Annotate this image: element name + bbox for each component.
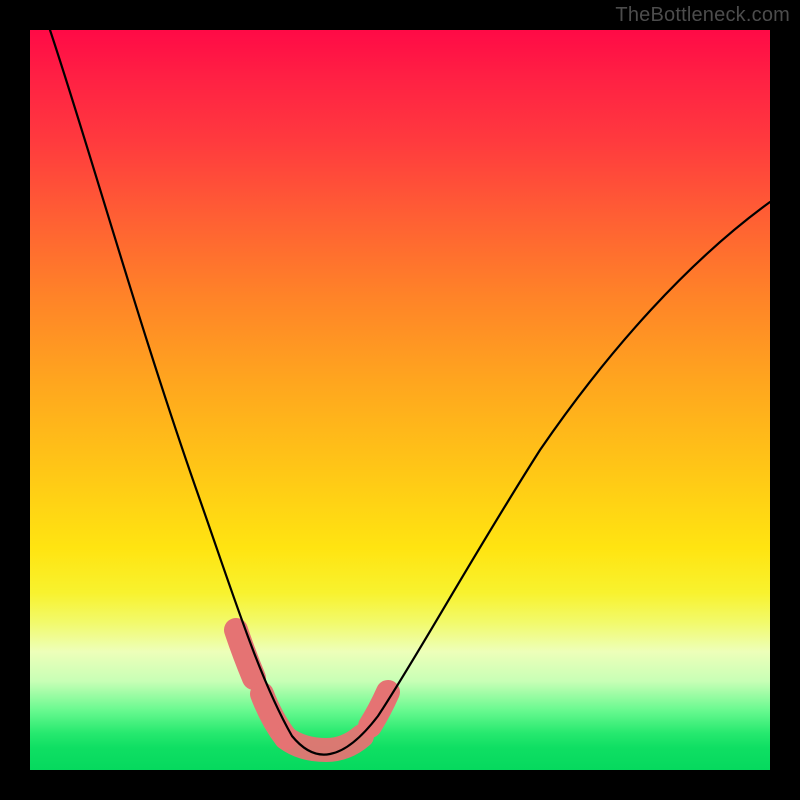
outer-frame: TheBottleneck.com <box>0 0 800 800</box>
watermark-text: TheBottleneck.com <box>615 4 790 27</box>
plot-area <box>30 30 770 770</box>
bottleneck-curve-line <box>50 30 770 755</box>
worm-seg-1 <box>236 630 254 678</box>
chart-svg <box>30 30 770 770</box>
worm-seg-3 <box>370 692 388 726</box>
